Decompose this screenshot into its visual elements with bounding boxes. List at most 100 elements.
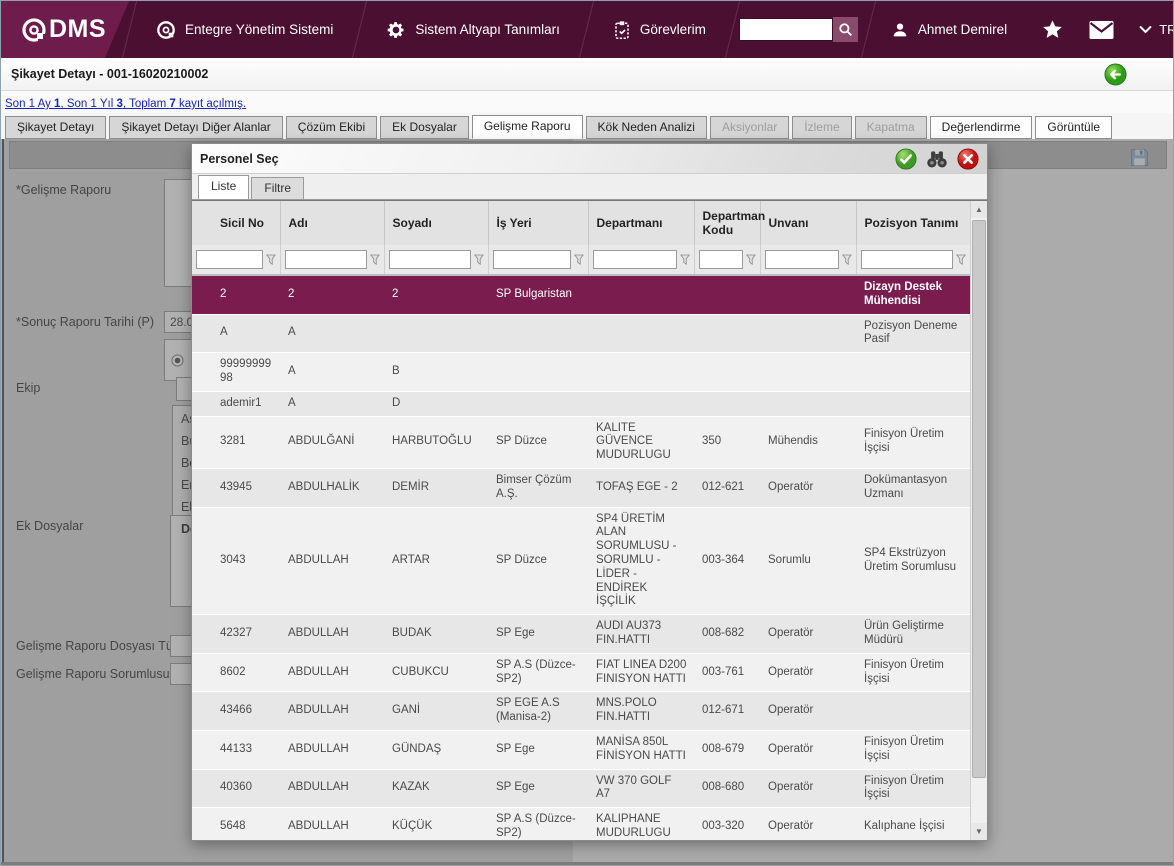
filter-funnel-icon[interactable]	[746, 254, 756, 266]
personnel-row[interactable]: 3043ABDULLAHARTARSP DüzceSP4 ÜRETİM ALAN…	[192, 507, 970, 615]
filter-funnel-icon[interactable]	[474, 254, 484, 266]
dialog-tab-liste[interactable]: Liste	[198, 175, 249, 199]
column-filter-input[interactable]	[699, 250, 743, 269]
personnel-cell: Operatör	[760, 468, 856, 507]
column-header-soyadı[interactable]: Soyadı	[384, 201, 488, 245]
personnel-row[interactable]: 43945ABDULHALİKDEMİRBimser Çözüm A.Ş.TOF…	[192, 468, 970, 507]
menu-item-label: Görevlerim	[640, 22, 706, 37]
personnel-cell: 44133	[192, 730, 280, 769]
filter-funnel-icon[interactable]	[370, 254, 380, 266]
menu-item-2[interactable]: Sistem Altyapı Tanımları	[360, 1, 586, 58]
scroll-up-arrow[interactable]: ▲	[971, 201, 987, 218]
personnel-cell: 2	[384, 275, 488, 314]
logo-text: DMS	[49, 15, 106, 44]
personnel-cell	[856, 353, 970, 392]
column-filter-input[interactable]	[593, 250, 677, 269]
personnel-cell	[760, 275, 856, 314]
tab-ek-dosyalar[interactable]: Ek Dosyalar	[380, 116, 469, 139]
favorites-button[interactable]	[1029, 1, 1076, 58]
column-filter-input[interactable]	[196, 250, 263, 269]
filter-funnel-icon[interactable]	[574, 254, 584, 266]
column-header-unvanı[interactable]: Unvanı	[760, 201, 856, 245]
column-header-adı[interactable]: Adı	[280, 201, 384, 245]
personnel-row[interactable]: 3281ABDULĞANİHARBUTOĞLUSP DüzceKALITE GÜ…	[192, 416, 970, 468]
complaint-tabs: Şikayet DetayıŞikayet Detayı Diğer Alanl…	[1, 113, 1173, 139]
personnel-cell: SP4 Ekstrüzyon Üretim Sorumlusu	[856, 507, 970, 615]
column-header-pozisyon-tanımı[interactable]: Pozisyon Tanımı	[856, 201, 970, 245]
personnel-cell	[694, 391, 760, 416]
filter-cell	[488, 245, 588, 275]
scroll-down-arrow[interactable]: ▼	[971, 823, 987, 840]
tab-gelişme-raporu[interactable]: Gelişme Raporu	[472, 115, 583, 139]
personnel-cell: SP Ege	[488, 615, 588, 654]
column-header-sicil-no[interactable]: Sicil No	[192, 201, 280, 245]
column-header-i-ş-yeri[interactable]: İş Yeri	[488, 201, 588, 245]
tab-şikayet-detayı[interactable]: Şikayet Detayı	[5, 116, 106, 139]
filter-cell	[856, 245, 970, 275]
filter-funnel-icon[interactable]	[680, 254, 690, 266]
filter-cell	[384, 245, 488, 275]
column-filter-input[interactable]	[493, 250, 571, 269]
user-menu[interactable]: Ahmet Demirel	[869, 21, 1029, 39]
personnel-row[interactable]: 40360ABDULLAHKAZAKSP EgeVW 370 GOLF A700…	[192, 769, 970, 808]
personnel-row[interactable]: 9999999998AB	[192, 353, 970, 392]
column-filter-input[interactable]	[389, 250, 471, 269]
personnel-cell: 8602	[192, 653, 280, 692]
menu-item-3[interactable]: Görevlerim	[587, 1, 732, 58]
content-area: *Gelişme Raporu *Sonuç Raporu Tarihi (P)…	[1, 139, 1173, 866]
personnel-cell	[856, 692, 970, 731]
personnel-cell	[488, 353, 588, 392]
user-name: Ahmet Demirel	[918, 22, 1007, 37]
filter-funnel-icon[interactable]	[266, 254, 276, 266]
global-search-input[interactable]	[739, 18, 833, 41]
grid-vertical-scrollbar[interactable]: ▲ ▼	[970, 201, 987, 840]
column-filter-input[interactable]	[765, 250, 839, 269]
personnel-row[interactable]: AAPozisyon Deneme Pasif	[192, 314, 970, 353]
personnel-row[interactable]: 8602ABDULLAHCUBUKCUSP A.S (Düzce-SP2)FIA…	[192, 653, 970, 692]
filter-funnel-icon[interactable]	[956, 254, 966, 266]
personnel-cell: KALITE GÜVENCE MUDURLUGU	[588, 416, 694, 468]
personnel-row[interactable]: 42327ABDULLAHBUDAKSP EgeAUDI AU373 FIN.H…	[192, 615, 970, 654]
personnel-row[interactable]: 5648ABDULLAHKÜÇÜKSP A.S (Düzce-SP2)KALIP…	[192, 808, 970, 840]
personnel-cell: KÜÇÜK	[384, 808, 488, 840]
personnel-cell: Mühendis	[760, 416, 856, 468]
filter-funnel-icon[interactable]	[842, 254, 852, 266]
personnel-row[interactable]: 43466ABDULLAHGANİSP EGE A.S (Manisa-2)MN…	[192, 692, 970, 731]
personnel-row[interactable]: 44133ABDULLAHGÜNDAŞSP EgeMANİSA 850L FİN…	[192, 730, 970, 769]
column-filter-input[interactable]	[861, 250, 953, 269]
personnel-grid: Sicil NoAdıSoyadıİş YeriDepartmanıDepart…	[192, 200, 987, 840]
tab-kök-neden-analizi[interactable]: Kök Neden Analizi	[586, 116, 707, 139]
personnel-cell	[760, 314, 856, 353]
record-stats-link[interactable]: Son 1 Ay 1, Son 1 Yıl 3, Toplam 7 kayıt …	[5, 98, 246, 110]
close-button[interactable]	[957, 148, 979, 170]
tab-görüntüle[interactable]: Görüntüle	[1035, 116, 1112, 139]
scrollbar-thumb[interactable]	[972, 220, 986, 778]
personnel-cell: ademir1	[192, 391, 280, 416]
personnel-cell: 2	[192, 275, 280, 314]
personnel-cell: Operatör	[760, 769, 856, 808]
search-personnel-button[interactable]	[926, 148, 948, 170]
confirm-button[interactable]	[895, 148, 917, 170]
personnel-row[interactable]: 222SP BulgaristanDizayn Destek Mühendisi	[192, 275, 970, 314]
back-button[interactable]	[1104, 63, 1127, 86]
personnel-cell	[856, 391, 970, 416]
tab-değerlendirme[interactable]: Değerlendirme	[930, 116, 1033, 139]
column-header-departman-kodu[interactable]: Departman Kodu	[694, 201, 760, 245]
search-button[interactable]	[833, 17, 858, 42]
column-header-departmanı[interactable]: Departmanı	[588, 201, 694, 245]
personnel-cell: ABDULLAH	[280, 653, 384, 692]
personnel-row[interactable]: ademir1AD	[192, 391, 970, 416]
personnel-cell: Operatör	[760, 692, 856, 731]
dialog-tab-filtre[interactable]: Filtre	[251, 177, 304, 199]
messages-button[interactable]	[1076, 1, 1127, 58]
tab-şikayet-detayı-diğer-alanlar[interactable]: Şikayet Detayı Diğer Alanlar	[109, 116, 282, 139]
tab-çözüm-ekibi[interactable]: Çözüm Ekibi	[286, 116, 377, 139]
personnel-cell: 008-679	[694, 730, 760, 769]
qdms-logo[interactable]: DMS	[1, 1, 129, 58]
personnel-cell: ABDULLAH	[280, 615, 384, 654]
language-selector[interactable]: TR	[1127, 22, 1174, 37]
column-filter-input[interactable]	[285, 250, 367, 269]
personnel-cell: DEMİR	[384, 468, 488, 507]
personnel-cell	[488, 314, 588, 353]
menu-item-1[interactable]: Entegre Yönetim Sistemi	[130, 1, 359, 58]
